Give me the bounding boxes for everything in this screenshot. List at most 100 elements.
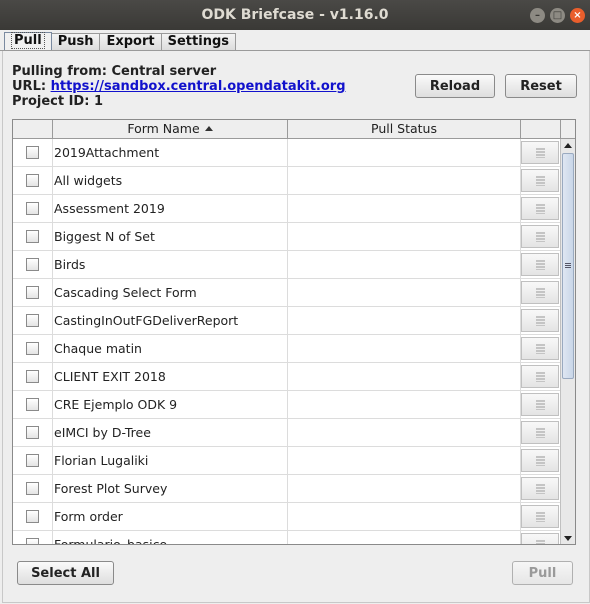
select-cell [13, 307, 53, 334]
table-row[interactable]: Birds [13, 251, 560, 279]
table-row[interactable]: CastingInOutFGDeliverReport [13, 307, 560, 335]
reset-button[interactable]: Reset [505, 74, 577, 98]
header-select[interactable] [13, 120, 53, 138]
select-cell [13, 419, 53, 446]
document-icon [536, 316, 545, 326]
header-form-name[interactable]: Form Name [53, 120, 288, 138]
project-id-label: Project ID: 1 [12, 94, 103, 109]
select-checkbox[interactable] [26, 342, 39, 355]
scroll-up-icon[interactable] [564, 143, 572, 148]
details-button[interactable] [521, 337, 559, 360]
header-pull-status[interactable]: Pull Status [288, 120, 521, 138]
details-button[interactable] [521, 393, 559, 416]
table-row[interactable]: Florian Lugaliki [13, 447, 560, 475]
tab-push[interactable]: Push [50, 33, 101, 50]
server-url-link[interactable]: https://sandbox.central.opendatakit.org [51, 79, 346, 94]
select-checkbox[interactable] [26, 202, 39, 215]
details-button[interactable] [521, 421, 559, 444]
table-row[interactable]: CRE Ejemplo ODK 9 [13, 391, 560, 419]
table-row[interactable]: 2019Attachment [13, 139, 560, 167]
details-button[interactable] [521, 253, 559, 276]
reload-button[interactable]: Reload [415, 74, 495, 98]
sort-ascending-icon [204, 126, 213, 131]
select-all-button[interactable]: Select All [17, 561, 114, 585]
table-row[interactable]: Form order [13, 503, 560, 531]
maximize-icon[interactable]: □ [550, 8, 565, 23]
select-checkbox[interactable] [26, 314, 39, 327]
scrollbar-thumb[interactable] [562, 153, 574, 379]
form-name-cell: CLIENT EXIT 2018 [54, 363, 288, 390]
table-header: Form Name Pull Status [13, 120, 575, 139]
select-checkbox[interactable] [26, 286, 39, 299]
table-row[interactable]: Forest Plot Survey [13, 475, 560, 503]
pull-status-cell [288, 167, 521, 194]
select-checkbox[interactable] [26, 174, 39, 187]
details-button[interactable] [521, 197, 559, 220]
select-cell [13, 447, 53, 474]
form-name-cell: Assessment 2019 [54, 195, 288, 222]
details-button[interactable] [521, 169, 559, 192]
details-button[interactable] [521, 281, 559, 304]
select-checkbox[interactable] [26, 454, 39, 467]
details-button[interactable] [521, 365, 559, 388]
form-name-cell: All widgets [54, 167, 288, 194]
form-name-cell: Florian Lugaliki [54, 447, 288, 474]
form-name-cell: Cascading Select Form [54, 279, 288, 306]
table-row[interactable]: Chaque matin [13, 335, 560, 363]
grip-icon [565, 263, 571, 268]
form-name-cell: Birds [54, 251, 288, 278]
select-cell [13, 223, 53, 250]
table-row[interactable]: All widgets [13, 167, 560, 195]
table-row[interactable]: eIMCI by D-Tree [13, 419, 560, 447]
table-body: 2019Attachment All widgets Assessment 2019… [13, 139, 560, 544]
form-name-cell: Chaque matin [54, 335, 288, 362]
pull-status-cell [288, 223, 521, 250]
details-button[interactable] [521, 225, 559, 248]
table-row[interactable]: Formulario_basico [13, 531, 560, 544]
pull-status-cell [288, 307, 521, 334]
form-name-cell: Forest Plot Survey [54, 475, 288, 502]
table-row[interactable]: Assessment 2019 [13, 195, 560, 223]
document-icon [536, 512, 545, 522]
table-row[interactable]: CLIENT EXIT 2018 [13, 363, 560, 391]
select-checkbox[interactable] [26, 146, 39, 159]
window-title: ODK Briefcase - v1.16.0 [201, 7, 389, 23]
details-button[interactable] [521, 533, 559, 544]
select-cell [13, 503, 53, 530]
form-name-cell: Formulario_basico [54, 531, 288, 544]
select-checkbox[interactable] [26, 426, 39, 439]
vertical-scrollbar[interactable] [560, 139, 575, 544]
tab-export[interactable]: Export [99, 33, 162, 50]
pull-status-cell [288, 335, 521, 362]
minimize-icon[interactable]: – [530, 8, 545, 23]
details-button[interactable] [521, 477, 559, 500]
tab-pull[interactable]: Pull [4, 32, 52, 50]
scroll-down-icon[interactable] [564, 536, 572, 541]
details-button[interactable] [521, 449, 559, 472]
select-checkbox[interactable] [26, 482, 39, 495]
table-row[interactable]: Biggest N of Set [13, 223, 560, 251]
select-checkbox[interactable] [26, 398, 39, 411]
select-checkbox[interactable] [26, 230, 39, 243]
select-checkbox[interactable] [26, 258, 39, 271]
pull-button[interactable]: Pull [512, 561, 573, 585]
details-button[interactable] [521, 309, 559, 332]
select-cell [13, 251, 53, 278]
details-button[interactable] [521, 141, 559, 164]
table-row[interactable]: Cascading Select Form [13, 279, 560, 307]
select-checkbox[interactable] [26, 370, 39, 383]
document-icon [536, 484, 545, 494]
pull-status-cell [288, 363, 521, 390]
select-cell [13, 279, 53, 306]
select-cell [13, 195, 53, 222]
details-button[interactable] [521, 505, 559, 528]
document-icon [536, 344, 545, 354]
select-checkbox[interactable] [26, 538, 39, 544]
header-details[interactable] [521, 120, 561, 138]
select-cell [13, 167, 53, 194]
close-icon[interactable]: × [570, 8, 585, 23]
form-name-cell: CRE Ejemplo ODK 9 [54, 391, 288, 418]
select-checkbox[interactable] [26, 510, 39, 523]
form-name-cell: eIMCI by D-Tree [54, 419, 288, 446]
tab-settings[interactable]: Settings [160, 33, 236, 50]
